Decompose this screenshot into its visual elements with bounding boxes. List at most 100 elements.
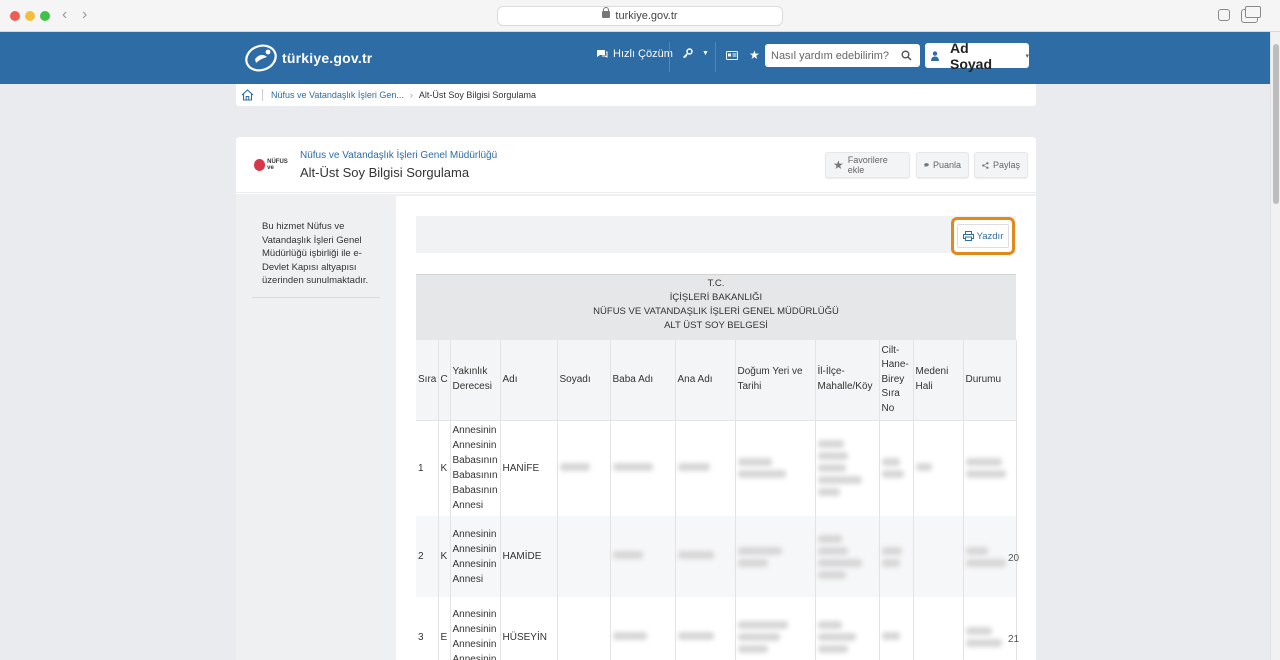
redacted-cell bbox=[879, 516, 914, 597]
user-name: Ad Soyad bbox=[949, 39, 992, 72]
table-header-row: Sıra C Yakınlık Derecesi Adı Soyadı Baba… bbox=[416, 340, 1017, 421]
service-card: NÜFUS ve Nüfus ve Vatandaşlık İşleri Gen… bbox=[236, 137, 1036, 660]
redacted-cell bbox=[557, 516, 611, 597]
header-shortcuts: ★ bbox=[726, 48, 760, 62]
chevron-down-icon: ▼ bbox=[702, 50, 709, 57]
key-icon bbox=[683, 48, 693, 58]
redacted-cell bbox=[675, 420, 736, 516]
printer-icon bbox=[962, 231, 974, 241]
redacted-cell bbox=[815, 516, 880, 597]
add-favorite-label: Favorilere ekle bbox=[847, 155, 888, 175]
redacted-cell bbox=[963, 597, 1017, 660]
forward-arrow-icon[interactable]: › bbox=[82, 7, 87, 23]
close-window-button[interactable] bbox=[10, 11, 20, 21]
tabs-overview-icon[interactable] bbox=[1241, 6, 1261, 23]
home-icon[interactable] bbox=[241, 89, 254, 101]
search-icon[interactable] bbox=[901, 50, 912, 61]
redacted-cell bbox=[610, 420, 676, 516]
breadcrumb-parent-link[interactable]: Nüfus ve Vatandaşlık İşleri Gen... bbox=[271, 90, 404, 100]
service-header: NÜFUS ve Nüfus ve Vatandaşlık İşleri Gen… bbox=[236, 137, 1036, 193]
cell-sira: 3 bbox=[416, 597, 439, 660]
institution-emblem-icon bbox=[254, 159, 266, 171]
table-row: 2 K Annesinin Annesinin Annesinin Annesi… bbox=[416, 516, 1017, 597]
redacted-cell bbox=[879, 420, 914, 516]
institution-name-link[interactable]: Nüfus ve Vatandaşlık İşleri Genel Müdürl… bbox=[300, 150, 497, 161]
service-body: Bu hizmet Nüfus ve Vatandaşlık İşleri Ge… bbox=[236, 194, 1036, 660]
sidebar-toggle-icon[interactable] bbox=[1218, 9, 1230, 21]
maximize-window-button[interactable] bbox=[40, 11, 50, 21]
share-label: Paylaş bbox=[992, 160, 1020, 170]
star-icon: ★ bbox=[833, 158, 844, 172]
hizli-cozum-label: Hızlı Çözüm bbox=[613, 48, 673, 60]
cell-c: E bbox=[438, 597, 451, 660]
redacted-cell bbox=[735, 516, 816, 597]
cell-adi: HANİFE bbox=[500, 420, 558, 516]
site-header: türkiye.gov.tr Hızlı Çözüm ▼ ★ Ad Soyad … bbox=[0, 32, 1270, 84]
redacted-cell bbox=[879, 597, 914, 660]
redacted-cell bbox=[963, 420, 1017, 516]
breadcrumb-current: Alt-Üst Soy Bilgisi Sorgulama bbox=[418, 90, 536, 100]
breadcrumb-separator-icon: › bbox=[409, 90, 413, 100]
cell-adi: HÜSEYİN bbox=[500, 597, 558, 660]
redacted-cell bbox=[675, 597, 736, 660]
turkiye-gov-logo[interactable]: türkiye.gov.tr bbox=[244, 42, 372, 74]
cell-c: K bbox=[438, 516, 451, 597]
header-divider bbox=[715, 42, 716, 72]
column-header: Baba Adı bbox=[610, 340, 676, 421]
column-header: Adı bbox=[500, 340, 558, 421]
favorites-star-icon[interactable]: ★ bbox=[749, 48, 760, 62]
column-header: C bbox=[438, 340, 451, 421]
address-bar[interactable]: turkiye.gov.tr bbox=[497, 6, 783, 26]
minimize-window-button[interactable] bbox=[25, 11, 35, 21]
redacted-cell bbox=[675, 516, 736, 597]
service-sidebar: Bu hizmet Nüfus ve Vatandaşlık İşleri Ge… bbox=[252, 194, 380, 660]
add-favorite-button[interactable]: ★ Favorilere ekle bbox=[825, 152, 910, 178]
share-icon bbox=[982, 161, 989, 169]
cell-sira: 2 bbox=[416, 516, 439, 597]
column-header: Ana Adı bbox=[675, 340, 736, 421]
redacted-cell bbox=[913, 420, 964, 516]
cell-yakinlik: Annesinin Annesinin Annesinin Annesinin bbox=[450, 597, 501, 660]
chevron-down-icon: ▾ bbox=[1025, 52, 1029, 60]
share-button[interactable]: Paylaş bbox=[974, 152, 1028, 178]
column-header: Medeni Hali bbox=[913, 340, 964, 421]
redacted-cell bbox=[735, 420, 816, 516]
breadcrumb-divider bbox=[262, 89, 263, 101]
back-arrow-icon[interactable]: ‹ bbox=[62, 7, 67, 23]
column-header: Cilt-Hane-Birey Sıra No bbox=[879, 340, 914, 421]
document-heading: T.C. İÇİŞLERİ BAKANLIĞI NÜFUS VE VATANDA… bbox=[416, 274, 1016, 340]
cell-sira: 1 bbox=[416, 420, 439, 516]
page-scrollbar[interactable] bbox=[1270, 32, 1280, 660]
chat-icon bbox=[597, 50, 608, 58]
column-header: Doğum Yeri ve Tarihi bbox=[735, 340, 816, 421]
login-options-dropdown[interactable]: ▼ bbox=[682, 48, 709, 59]
id-card-icon[interactable] bbox=[726, 50, 738, 60]
redacted-cell bbox=[913, 597, 964, 660]
result-toolbar: Yazdır bbox=[416, 216, 1016, 255]
clipped-cell-text: 21 bbox=[1008, 634, 1020, 645]
column-header: Sıra bbox=[416, 340, 439, 421]
search-input[interactable] bbox=[765, 49, 895, 62]
cell-yakinlik: Annesinin Annesinin Babasının Babasının … bbox=[450, 420, 501, 516]
print-button-highlight: Yazdır bbox=[951, 217, 1015, 255]
redacted-cell bbox=[557, 597, 611, 660]
column-header: Yakınlık Derecesi bbox=[450, 340, 501, 421]
document-heading-line: ALT ÜST SOY BELGESİ bbox=[664, 320, 768, 331]
service-provider-note: Bu hizmet Nüfus ve Vatandaşlık İşleri Ge… bbox=[262, 221, 369, 286]
institution-logo-text: NÜFUS ve bbox=[267, 159, 288, 171]
document-heading-line: NÜFUS VE VATANDAŞLIK İŞLERİ GENEL MÜDÜRL… bbox=[593, 306, 839, 317]
browser-chrome: ‹ › turkiye.gov.tr bbox=[0, 0, 1280, 32]
result-panel: Yazdır T.C. İÇİŞLERİ BAKANLIĞI NÜFUS VE … bbox=[396, 196, 1036, 660]
redacted-cell bbox=[815, 420, 880, 516]
table-row: 3 E Annesinin Annesinin Annesinin Annesi… bbox=[416, 597, 1017, 660]
scrollbar-thumb[interactable] bbox=[1273, 44, 1279, 204]
clipped-cell-text: 20 bbox=[1008, 553, 1020, 564]
rate-button[interactable]: Puanla bbox=[916, 152, 969, 178]
print-button[interactable]: Yazdır bbox=[957, 224, 1009, 248]
hizli-cozum-button[interactable]: Hızlı Çözüm bbox=[596, 48, 673, 60]
search-box bbox=[765, 44, 920, 67]
user-menu-button[interactable]: Ad Soyad ▾ bbox=[925, 40, 1029, 72]
redacted-cell bbox=[913, 516, 964, 597]
lock-icon bbox=[602, 7, 611, 18]
logo-text: türkiye.gov.tr bbox=[282, 50, 373, 66]
